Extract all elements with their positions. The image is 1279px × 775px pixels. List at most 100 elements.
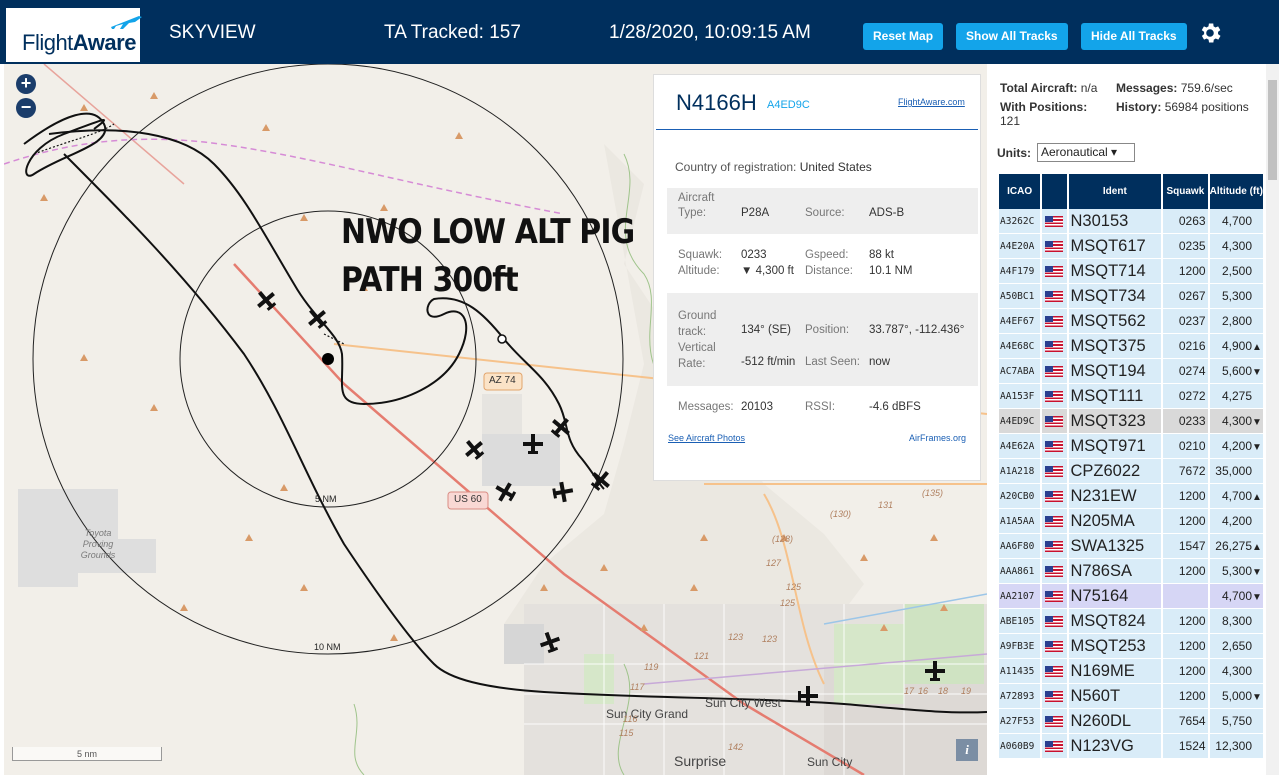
table-row[interactable]: AA153F MSQT111 0272 4,275 (999, 384, 1265, 409)
top-header: FlightAware SKYVIEW TA Tracked: 157 1/28… (0, 0, 1279, 64)
us-flag-icon (1045, 716, 1064, 728)
route-number: 17 (904, 686, 915, 696)
route-number: 16 (918, 686, 929, 696)
column-header-icao[interactable]: ICAO (999, 174, 1043, 209)
icao-cell: A4E62A (999, 434, 1043, 459)
distance-label: Distance: (805, 265, 853, 277)
squawk-value: 0233 (741, 249, 767, 261)
altitude-value: 4,200 (1221, 439, 1252, 453)
route-number: 116 (623, 714, 638, 724)
table-row[interactable]: A4E68C MSQT375 0216 4,900▲ (999, 334, 1265, 359)
info-icon[interactable]: i (956, 739, 978, 761)
icao-cell: A4E20A (999, 234, 1043, 259)
altitude-cell: 2,800 (1209, 309, 1265, 334)
flightaware-logo[interactable]: FlightAware (6, 8, 142, 62)
squawk-cell: 0216 (1163, 334, 1210, 359)
us-flag-icon (1045, 366, 1064, 378)
table-row[interactable]: A11435 N169ME 1200 4,300 (999, 659, 1265, 684)
flag-cell (1042, 534, 1069, 559)
us-flag-icon (1045, 566, 1064, 578)
squawk-cell: 0237 (1163, 309, 1210, 334)
table-row[interactable]: A4EF67 MSQT562 0237 2,800 (999, 309, 1265, 334)
skyview-app: FlightAware SKYVIEW TA Tracked: 157 1/28… (0, 0, 1279, 775)
position-label: Position: (805, 324, 850, 336)
icao-cell: AA153F (999, 384, 1043, 409)
table-row[interactable]: A50BC1 MSQT734 0267 5,300 (999, 284, 1265, 309)
table-row[interactable]: A72893 N560T 1200 5,000▼ (999, 684, 1265, 709)
ident-cell: MSQT734 (1068, 284, 1164, 309)
altitude-cell: 4,200 (1209, 509, 1265, 534)
altitude-value: 8,300 (1221, 614, 1252, 628)
column-header-altitude[interactable]: Altitude (ft) (1209, 174, 1265, 209)
squawk-cell: 7654 (1163, 709, 1210, 734)
altitude-trend: ▼ (1252, 417, 1262, 428)
zoom-out-button[interactable]: − (16, 98, 36, 118)
table-row[interactable]: AA2107 N75164 4,700▼ (999, 584, 1265, 609)
airframes-link[interactable]: AirFrames.org (909, 433, 966, 443)
column-header-flag[interactable] (1042, 174, 1069, 209)
rssi-value: -4.6 dBFS (869, 401, 921, 413)
position-value: 33.787°, -112.436° (869, 324, 965, 336)
table-row[interactable]: A4F179 MSQT714 1200 2,500 (999, 259, 1265, 284)
ident-cell: N231EW (1068, 484, 1164, 509)
flag-cell (1042, 334, 1069, 359)
total-aircraft-stat: Total Aircraft: n/a (1000, 81, 1098, 95)
table-row[interactable]: AAA861 N786SA 1200 5,300▼ (999, 559, 1265, 584)
altitude-cell: 2,500 (1209, 259, 1265, 284)
flightaware-link[interactable]: FlightAware.com (898, 97, 965, 107)
hide-all-tracks-button[interactable]: Hide All Tracks (1081, 23, 1187, 50)
table-row[interactable]: ABE105 MSQT824 1200 8,300 (999, 609, 1265, 634)
aircraft-photos-link[interactable]: See Aircraft Photos (668, 433, 745, 443)
table-row[interactable]: AA6F80 SWA1325 1547 26,275▲ (999, 534, 1265, 559)
table-header-row: ICAO Ident Squawk Altitude (ft) (999, 174, 1265, 209)
route-number: (128) (772, 534, 794, 544)
icao-cell: A20CB0 (999, 484, 1043, 509)
icao-cell: A72893 (999, 684, 1043, 709)
flag-cell (1042, 484, 1069, 509)
gear-icon[interactable] (1197, 20, 1223, 46)
panel-scrollbar-thumb[interactable] (1268, 80, 1277, 180)
altitude-cell: 5,300▼ (1209, 559, 1265, 584)
road-label-us60: US 60 (454, 494, 482, 505)
table-row[interactable]: A1A218 CPZ6022 7672 35,000 (999, 459, 1265, 484)
icao-cell: AAA861 (999, 559, 1043, 584)
table-row[interactable]: A20CB0 N231EW 1200 4,700▲ (999, 484, 1265, 509)
squawk-label: Squawk: (678, 249, 723, 261)
altitude-value: ▼ 4,300 ft (741, 265, 794, 277)
altitude-trend: ▼ (1252, 567, 1262, 578)
table-row[interactable]: A4E62A MSQT971 0210 4,200▼ (999, 434, 1265, 459)
aircraft-detail-panel: N4166H A4ED9C FlightAware.com Country of… (653, 74, 981, 481)
history-stat: History: 56984 positions (1116, 100, 1249, 114)
gspeed-value: 88 kt (869, 249, 894, 261)
table-row[interactable]: A3262C N30153 0263 4,700 (999, 209, 1265, 234)
altitude-cell: 4,200▼ (1209, 434, 1265, 459)
logo-text: FlightAware (22, 30, 136, 55)
table-row[interactable]: A1A5AA N205MA 1200 4,200 (999, 509, 1265, 534)
route-number: 125 (780, 598, 796, 608)
reset-map-button[interactable]: Reset Map (863, 23, 944, 50)
table-row[interactable]: A27F53 N260DL 7654 5,750 (999, 709, 1265, 734)
units-select[interactable]: Aeronautical ▾ (1037, 143, 1135, 162)
flag-cell (1042, 584, 1069, 609)
us-flag-icon (1045, 466, 1064, 478)
table-row[interactable]: A4E20A MSQT617 0235 4,300 (999, 234, 1265, 259)
us-flag-icon (1045, 741, 1064, 753)
altitude-value: 2,800 (1221, 314, 1252, 328)
table-row[interactable]: AC7ABA MSQT194 0274 5,600▼ (999, 359, 1265, 384)
aircraft-type-value: P28A (741, 207, 770, 219)
table-row[interactable]: A9FB3E MSQT253 1200 2,650 (999, 634, 1265, 659)
icao-cell: A4F179 (999, 259, 1043, 284)
altitude-value: 26,275 (1215, 539, 1252, 553)
us-flag-icon (1045, 541, 1064, 553)
table-row[interactable]: A060B9 N123VG 1524 12,300 (999, 734, 1265, 759)
icao-cell: A27F53 (999, 709, 1043, 734)
zoom-in-button[interactable]: + (16, 74, 36, 94)
column-header-ident[interactable]: Ident (1068, 174, 1164, 209)
altitude-cell: 4,300 (1209, 234, 1265, 259)
column-header-squawk[interactable]: Squawk (1163, 174, 1210, 209)
table-row[interactable]: A4ED9C MSQT323 0233 4,300▼ (999, 409, 1265, 434)
show-all-tracks-button[interactable]: Show All Tracks (956, 23, 1068, 50)
source-label: Source: (805, 207, 845, 219)
flag-cell (1042, 409, 1069, 434)
detail-country: Country of registration: United States (675, 160, 872, 174)
